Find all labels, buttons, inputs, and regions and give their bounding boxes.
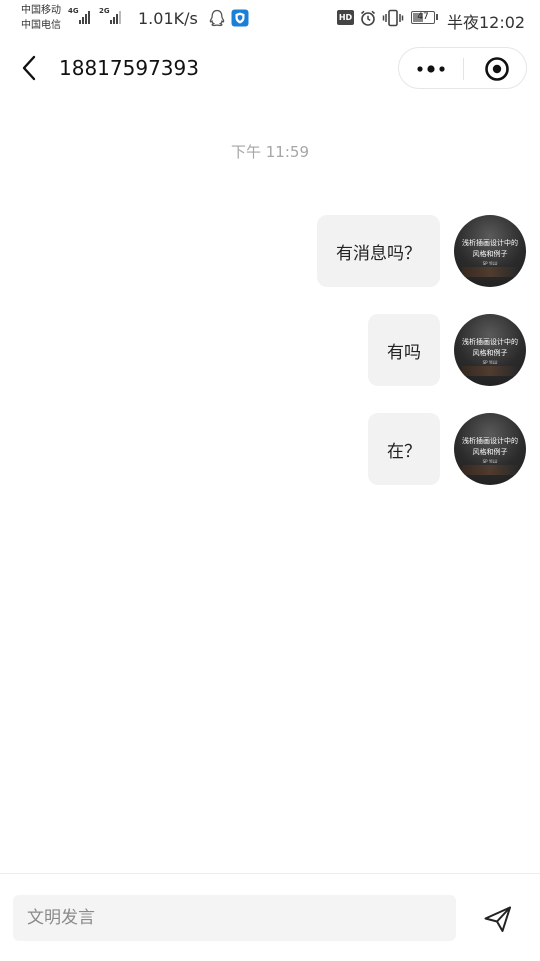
chat-title: 18817597393 [59,56,199,80]
avatar-decoration [462,267,518,277]
avatar-text-2: 风格和例子 [472,349,508,357]
message-bubble[interactable]: 在？ [368,413,440,485]
carrier-1: 中国移动 [21,5,61,16]
signal-icon-2 [110,10,121,24]
avatar-text-1: 浅析插画设计中的 [462,437,518,445]
network-type-1: 4G [68,7,79,15]
avatar-decoration [462,366,518,376]
battery-level: 47 [417,12,429,22]
message-input[interactable] [13,895,456,941]
carrier-names: 中国移动 中国电信 [21,3,61,33]
chat-header: 18817597393 [0,40,540,96]
avatar-tag: SP YILU [482,360,498,365]
avatar-tag: SP YILU [482,459,498,464]
more-icon[interactable] [416,65,446,73]
hd-icon: HD [337,10,354,25]
avatar[interactable]: 浅析插画设计中的 风格和例子 SP YILU [454,314,526,386]
battery-tip [436,14,438,20]
status-time: 半夜12:02 [447,13,526,32]
alarm-icon [360,10,376,26]
message-bubble[interactable]: 有吗 [368,314,440,386]
capsule-divider [463,58,464,80]
signal-icon [79,10,90,24]
message-bubble[interactable]: 有消息吗？ [317,215,440,287]
avatar[interactable]: 浅析插画设计中的 风格和例子 SP YILU [454,215,526,287]
avatar[interactable]: 浅析插画设计中的 风格和例子 SP YILU [454,413,526,485]
battery-icon: 47 [411,11,435,24]
mini-program-capsule [398,47,527,89]
chat-timestamp: 下午 11:59 [231,143,309,161]
vibrate-icon [382,9,404,27]
send-icon[interactable] [483,905,513,933]
message-input-bar [0,873,540,961]
avatar-decoration [462,465,518,475]
avatar-text-2: 风格和例子 [472,250,508,258]
shield-app-icon [231,9,249,27]
network-speed: 1.01K/s [138,9,198,28]
avatar-tag: SP YILU [482,261,498,266]
network-type-2: 2G [99,7,110,15]
qq-icon [209,9,225,27]
status-bar: 中国移动 中国电信 4G 2G 1.01K/s HD 47 半夜12:02 [0,0,540,36]
carrier-2: 中国电信 [21,20,61,31]
back-icon[interactable] [18,54,42,82]
avatar-text-2: 风格和例子 [472,448,508,456]
avatar-text-1: 浅析插画设计中的 [462,239,518,247]
message-row: 有吗 浅析插画设计中的 风格和例子 SP YILU [368,314,526,386]
message-row: 有消息吗？ 浅析插画设计中的 风格和例子 SP YILU [317,215,526,287]
avatar-text-1: 浅析插画设计中的 [462,338,518,346]
target-icon[interactable] [484,56,510,82]
message-row: 在？ 浅析插画设计中的 风格和例子 SP YILU [368,413,526,485]
